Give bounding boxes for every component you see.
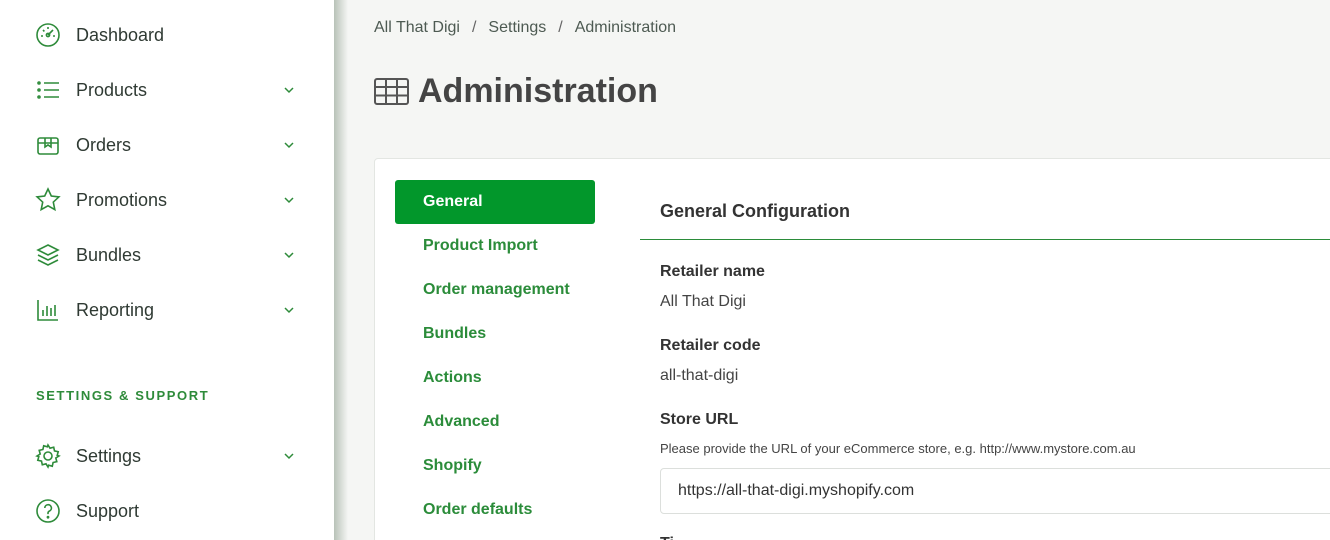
table-icon (374, 77, 409, 105)
sidebar-shadow (334, 0, 348, 540)
store-url-help: Please provide the URL of your eCommerce… (660, 441, 1136, 456)
sidebar-item-label: Dashboard (76, 24, 165, 45)
breadcrumb-separator: / (558, 19, 563, 36)
help-circle-icon (34, 497, 62, 525)
sidebar-item-label: Support (76, 500, 140, 521)
sidebar-item-bundles[interactable]: Bundles (34, 235, 304, 275)
retailer-name-label: Retailer name (660, 263, 765, 280)
chevron-down-icon (284, 453, 294, 460)
chevron-down-icon (284, 307, 294, 314)
layers-icon (34, 241, 62, 269)
gear-icon (34, 442, 62, 470)
box-icon (34, 131, 62, 159)
tab-shopify[interactable]: Shopify (395, 444, 595, 488)
sidebar-item-reporting[interactable]: Reporting (34, 290, 304, 330)
sidebar-item-label: Promotions (76, 189, 168, 210)
next-field-label: Ti (660, 535, 674, 540)
retailer-code-label: Retailer code (660, 337, 761, 354)
breadcrumb: All That Digi / Settings / Administratio… (374, 19, 676, 37)
chevron-down-icon (284, 252, 294, 259)
tab-actions[interactable]: Actions (395, 356, 595, 400)
sidebar-item-promotions[interactable]: Promotions (34, 180, 304, 220)
retailer-name-value: All That Digi (660, 293, 746, 310)
retailer-code-value: all-that-digi (660, 367, 739, 384)
star-icon (34, 186, 62, 214)
sidebar-item-label: Orders (76, 134, 132, 155)
page-title-text: Administration (418, 72, 658, 110)
tab-bundles[interactable]: Bundles (395, 312, 595, 356)
tab-general[interactable]: General (395, 180, 595, 224)
tab-order-defaults[interactable]: Order defaults (395, 488, 595, 532)
tab-advanced[interactable]: Advanced (395, 400, 595, 444)
sidebar-item-products[interactable]: Products (34, 70, 304, 110)
sidebar: Dashboard Products Orders Promotions Bun… (0, 0, 334, 540)
sidebar-item-dashboard[interactable]: Dashboard (34, 15, 304, 55)
list-icon (34, 76, 62, 104)
section-title: General Configuration (660, 201, 851, 221)
admin-card: General Product Import Order management … (374, 158, 1330, 540)
chevron-down-icon (284, 197, 294, 204)
breadcrumb-separator: / (471, 19, 477, 36)
page-title: Administration (374, 72, 658, 111)
sidebar-item-settings[interactable]: Settings (34, 436, 304, 476)
dashboard-gauge-icon (34, 21, 62, 49)
breadcrumb-item-home[interactable]: All That Digi (374, 19, 460, 37)
sidebar-item-label: Bundles (76, 244, 142, 265)
sidebar-section-title: SETTINGS & SUPPORT (36, 388, 210, 403)
tab-product-import[interactable]: Product Import (395, 224, 595, 268)
store-url-label: Store URL (660, 411, 739, 428)
section-divider (640, 239, 1330, 240)
chevron-down-icon (284, 87, 294, 94)
chevron-down-icon (284, 142, 294, 149)
sidebar-item-label: Settings (76, 445, 142, 466)
store-url-input[interactable] (660, 468, 1330, 514)
breadcrumb-item-settings[interactable]: Settings (488, 19, 546, 37)
sidebar-item-label: Reporting (76, 299, 155, 320)
tab-order-management[interactable]: Order management (395, 268, 595, 312)
bar-chart-icon (34, 296, 62, 324)
breadcrumb-item-current: Administration (574, 19, 677, 36)
sidebar-item-support[interactable]: Support (34, 491, 304, 531)
sidebar-item-label: Products (76, 79, 148, 100)
sidebar-item-orders[interactable]: Orders (34, 125, 304, 165)
